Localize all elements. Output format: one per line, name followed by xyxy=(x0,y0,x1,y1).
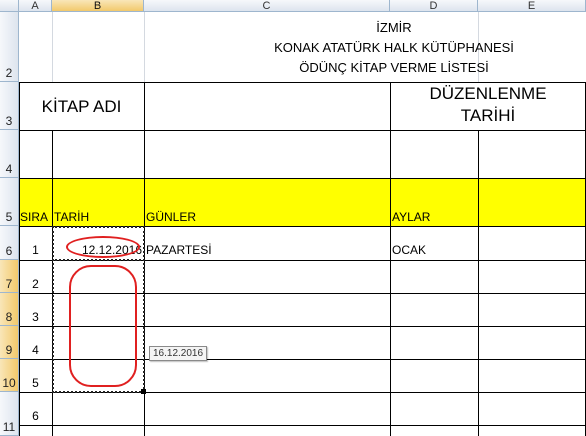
row-header-7[interactable]: 7 xyxy=(0,260,19,293)
row-header-2[interactable]: 2 xyxy=(0,12,19,82)
kitap-adi-label: KİTAP ADI xyxy=(41,97,122,116)
border-line xyxy=(19,425,586,426)
gunler-header[interactable]: GÜNLER xyxy=(146,210,196,224)
sira-cell-4[interactable]: 4 xyxy=(19,343,52,357)
fill-handle[interactable] xyxy=(141,389,146,394)
border-line xyxy=(19,178,586,179)
sira-cell-6[interactable]: 6 xyxy=(19,409,52,423)
row-header-6[interactable]: 6 xyxy=(0,226,19,260)
border-line xyxy=(19,130,586,131)
column-header-e[interactable]: E xyxy=(478,0,586,12)
aylar-header[interactable]: AYLAR xyxy=(392,210,430,224)
row-header-8[interactable]: 8 xyxy=(0,293,19,326)
column-header-d[interactable]: D xyxy=(390,0,478,12)
header-row-fill xyxy=(19,178,586,226)
row-header-4[interactable]: 4 xyxy=(0,130,19,178)
row-header-5[interactable]: 5 xyxy=(0,178,19,226)
sira-cell-5[interactable]: 5 xyxy=(19,376,52,390)
sira-cell-1[interactable]: 1 xyxy=(19,243,52,257)
select-all-corner[interactable] xyxy=(0,0,19,12)
column-header-c[interactable]: C xyxy=(144,0,390,12)
duzenlenme-label: DÜZENLENME xyxy=(429,84,547,103)
column-header-b[interactable]: B xyxy=(52,0,144,12)
row-header-3[interactable]: 3 xyxy=(0,82,19,130)
border-line xyxy=(478,130,479,436)
title-line-3: ÖDÜNÇ KİTAP VERME LİSTESİ xyxy=(299,60,489,75)
column-header-a[interactable]: A xyxy=(19,0,52,12)
sira-header[interactable]: SIRA xyxy=(20,210,48,224)
sira-cell-2[interactable]: 2 xyxy=(19,277,52,291)
range-highlight-annotation xyxy=(69,265,137,387)
title-line-1: İZMİR xyxy=(376,20,412,35)
title-line-2: KONAK ATATÜRK HALK KÜTÜPHANESİ xyxy=(274,40,514,55)
border-line xyxy=(390,82,391,436)
date-circle-annotation xyxy=(66,236,140,258)
border-line xyxy=(19,82,586,83)
sira-cell-3[interactable]: 3 xyxy=(19,310,52,324)
row-header-11[interactable]: 11 xyxy=(0,392,19,436)
gridline xyxy=(52,12,53,82)
gun-cell-1[interactable]: PAZARTESİ xyxy=(146,243,212,257)
ay-cell-1[interactable]: OCAK xyxy=(392,243,426,257)
row-header-10[interactable]: 10 xyxy=(0,359,19,392)
tarihi-label: TARİHİ xyxy=(460,106,516,125)
row-header-9[interactable]: 9 xyxy=(0,326,19,359)
autofill-preview-tooltip: 16.12.2016 xyxy=(149,346,208,361)
tarih-header[interactable]: TARİH xyxy=(54,210,89,224)
